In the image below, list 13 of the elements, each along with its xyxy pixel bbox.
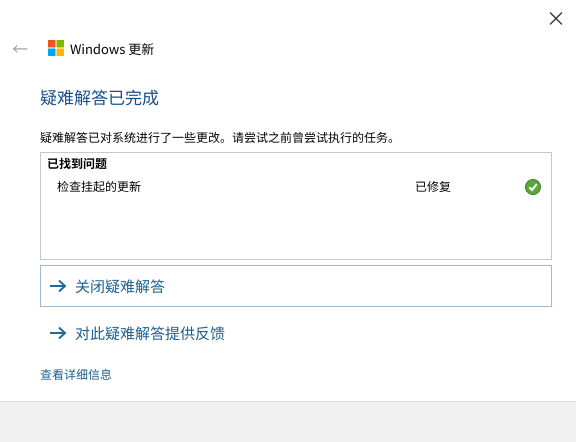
page-heading: 疑难解答已完成 [40, 84, 160, 109]
action-link[interactable]: 对此疑难解答提供反馈 [40, 312, 552, 354]
details-link[interactable]: 查看详细信息 [40, 366, 112, 383]
description-text: 疑难解答已对系统进行了一些更改。请尝试之前曾尝试执行的任务。 [40, 129, 402, 146]
problem-name: 检查挂起的更新 [57, 178, 142, 195]
problem-status: 已修复 [415, 178, 452, 195]
close-button[interactable]: × [536, 0, 576, 34]
windows-logo-icon [48, 40, 64, 56]
arrow-icon [49, 279, 67, 293]
action-link[interactable]: 关闭疑难解答 [40, 265, 552, 307]
window-title: Windows 更新 [70, 38, 154, 58]
arrow-icon [49, 326, 67, 340]
results-title: 已找到问题 [47, 155, 108, 172]
